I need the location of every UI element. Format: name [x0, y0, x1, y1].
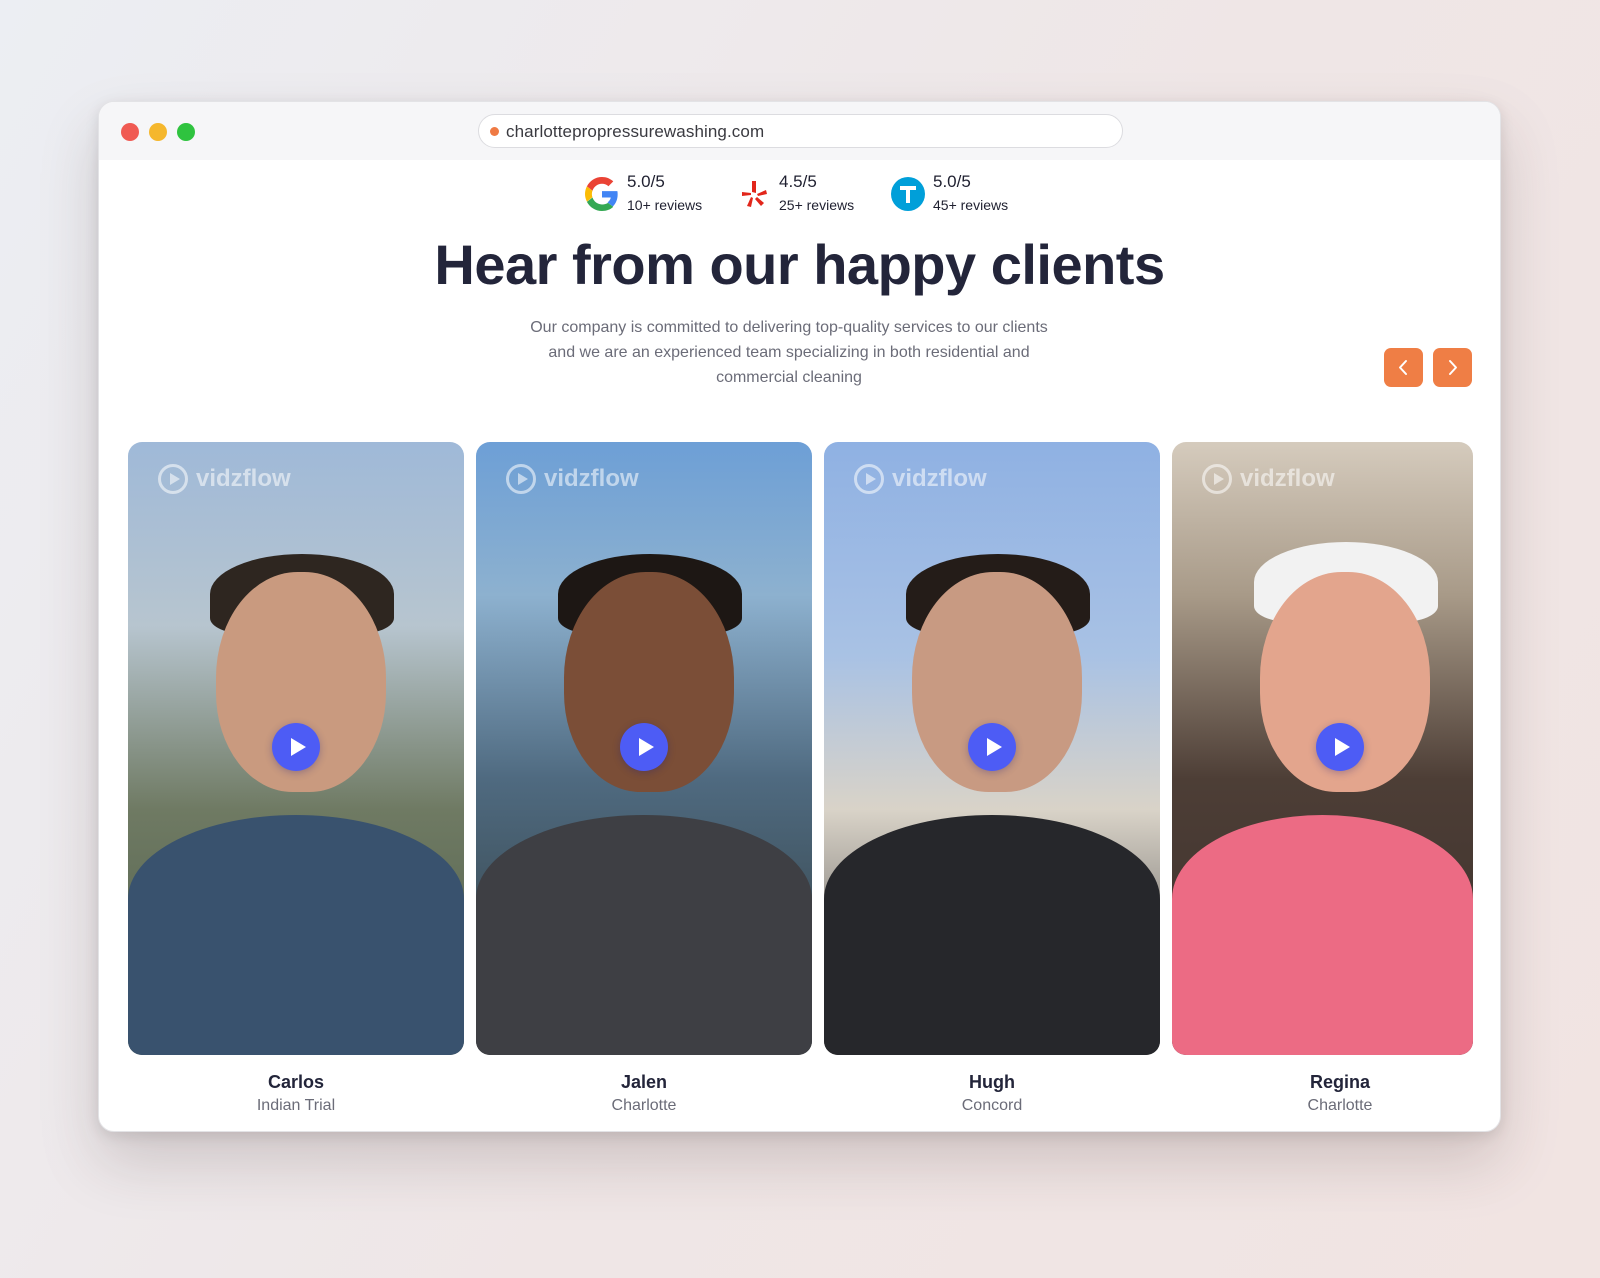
thumbtack-review-count: 45+ reviews: [933, 197, 1009, 213]
minimize-window-button[interactable]: [149, 123, 167, 141]
section-subtitle: Our company is committed to delivering t…: [530, 319, 1048, 386]
chevron-right-icon: [1449, 360, 1457, 375]
vidzflow-logo-icon: [506, 464, 536, 494]
maximize-window-button[interactable]: [177, 123, 195, 141]
testimonial-video[interactable]: vidzflow: [128, 442, 464, 1055]
testimonial-video[interactable]: vidzflow: [476, 442, 812, 1055]
testimonial-name: Jalen: [620, 1072, 668, 1092]
yelp-icon: [742, 181, 767, 207]
testimonial-name: Carlos: [267, 1072, 325, 1092]
play-button[interactable]: [620, 723, 668, 771]
thumbtack-icon: [891, 177, 925, 211]
browser-window: charlottepropressurewashing.com 5.0/5 10…: [98, 101, 1501, 1132]
video-thumbnail-detail: [476, 815, 812, 1055]
play-button[interactable]: [968, 723, 1016, 771]
browser-titlebar: charlottepropressurewashing.com: [99, 102, 1500, 160]
testimonial-name: Hugh: [969, 1072, 1015, 1092]
vidzflow-logo-icon: [854, 464, 884, 494]
site-status-icon: [490, 127, 499, 136]
testimonial-card: vidzflow Hugh Concord: [824, 442, 1160, 1122]
vidzflow-watermark: vidzflow: [158, 464, 291, 494]
yelp-score: 4.5/5: [779, 172, 817, 191]
google-score: 5.0/5: [627, 172, 665, 191]
testimonial-city: Indian Trial: [256, 1097, 336, 1114]
page-content: 5.0/5 10+ reviews 4.5/5 25+ reviews 5.0/…: [99, 160, 1500, 1131]
testimonial-city: Charlotte: [1307, 1097, 1373, 1114]
section-title: Hear from our happy clients: [434, 233, 1165, 296]
vidzflow-logo-icon: [1202, 464, 1232, 494]
ratings-row: 5.0/5 10+ reviews 4.5/5 25+ reviews 5.0/…: [99, 172, 1500, 220]
vidzflow-watermark-text: vidzflow: [196, 465, 291, 492]
yelp-review-count: 25+ reviews: [779, 197, 855, 213]
video-thumbnail-detail: [128, 815, 464, 1055]
vidzflow-watermark: vidzflow: [1202, 464, 1335, 494]
vidzflow-watermark-text: vidzflow: [892, 465, 987, 492]
testimonial-video[interactable]: vidzflow: [1172, 442, 1473, 1055]
carousel-prev-button[interactable]: [1384, 348, 1423, 387]
video-thumbnail-detail: [1172, 815, 1473, 1055]
testimonial-card: vidzflow Carlos Indian Trial: [128, 442, 464, 1122]
video-thumbnail-detail: [824, 815, 1160, 1055]
play-button[interactable]: [272, 723, 320, 771]
play-button[interactable]: [1316, 723, 1364, 771]
testimonial-video[interactable]: vidzflow: [824, 442, 1160, 1055]
carousel-next-button[interactable]: [1433, 348, 1472, 387]
testimonial-city: Concord: [961, 1097, 1023, 1114]
vidzflow-watermark: vidzflow: [854, 464, 987, 494]
vidzflow-watermark-text: vidzflow: [1240, 465, 1335, 492]
chevron-left-icon: [1399, 360, 1407, 375]
testimonial-city: Charlotte: [611, 1097, 677, 1114]
thumbtack-score: 5.0/5: [933, 172, 971, 191]
vidzflow-watermark-text: vidzflow: [544, 465, 639, 492]
vidzflow-watermark: vidzflow: [506, 464, 639, 494]
close-window-button[interactable]: [121, 123, 139, 141]
vidzflow-logo-icon: [158, 464, 188, 494]
address-bar-url: charlottepropressurewashing.com: [506, 122, 765, 141]
testimonial-card: vidzflow Regina Charlotte: [1172, 442, 1473, 1122]
google-icon: [585, 177, 618, 211]
testimonial-name: Regina: [1309, 1072, 1370, 1092]
address-bar[interactable]: charlottepropressurewashing.com: [478, 114, 1123, 148]
google-review-count: 10+ reviews: [627, 197, 703, 213]
testimonial-card: vidzflow Jalen Charlotte: [476, 442, 812, 1122]
testimonial-carousel: vidzflow Carlos Indian Trial vidzflow Ja…: [128, 442, 1473, 1131]
